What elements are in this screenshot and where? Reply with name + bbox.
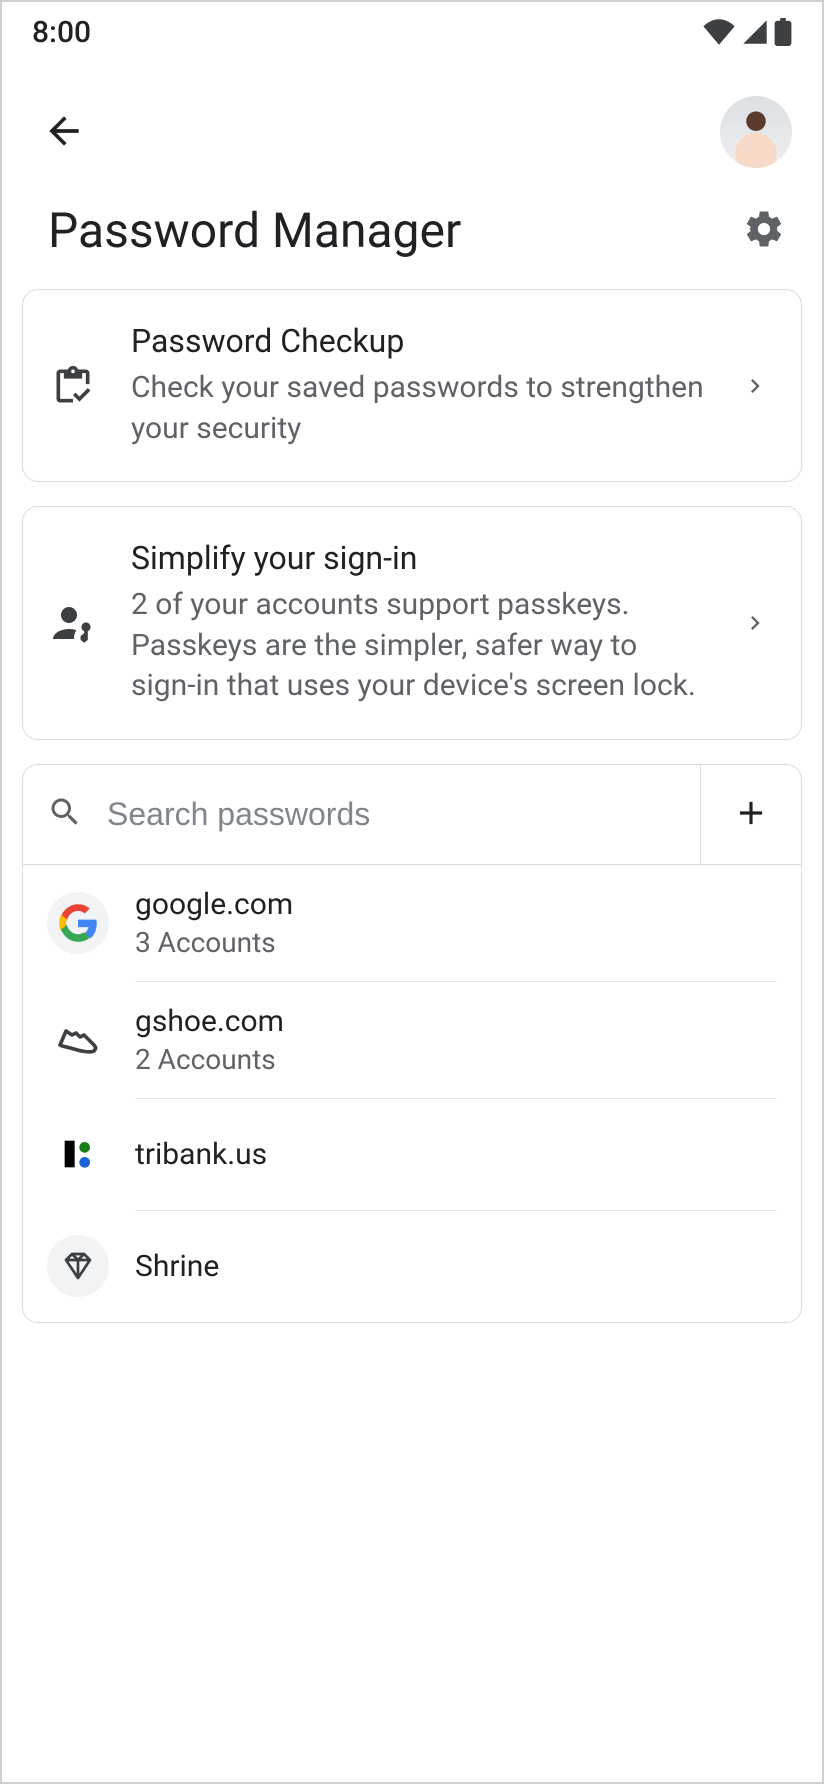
chevron-right-icon: [737, 609, 773, 637]
page-title: Password Manager: [48, 202, 461, 259]
site-name: Shrine: [135, 1249, 777, 1284]
back-button[interactable]: [38, 106, 90, 158]
diamond-icon: [47, 1235, 109, 1297]
title-row: Password Manager: [2, 202, 822, 289]
checkup-title: Password Checkup: [131, 322, 709, 360]
site-item-shrine[interactable]: Shrine: [23, 1210, 801, 1322]
site-sub: 3 Accounts: [135, 926, 777, 959]
site-name: tribank.us: [135, 1137, 777, 1172]
app-bar: [2, 62, 822, 202]
clipboard-check-icon: [43, 364, 103, 408]
cellular-icon: [742, 19, 768, 45]
status-bar: 8:00: [2, 2, 822, 62]
site-item-google[interactable]: google.com 3 Accounts: [23, 865, 801, 981]
password-checkup-card[interactable]: Password Checkup Check your saved passwo…: [22, 289, 802, 482]
passkeys-desc: 2 of your accounts support passkeys. Pas…: [131, 585, 709, 707]
site-item-tribank[interactable]: tribank.us: [23, 1098, 801, 1210]
battery-icon: [774, 18, 792, 46]
wifi-icon: [702, 19, 736, 45]
status-icons: [702, 18, 792, 46]
chevron-right-icon: [737, 372, 773, 400]
search-input[interactable]: [107, 796, 676, 833]
settings-button[interactable]: [738, 205, 790, 257]
plus-icon: [732, 794, 770, 835]
status-time: 8:00: [32, 15, 91, 50]
arrow-back-icon: [42, 109, 86, 156]
site-name: google.com: [135, 887, 777, 922]
passkeys-card[interactable]: Simplify your sign-in 2 of your accounts…: [22, 506, 802, 740]
checkup-desc: Check your saved passwords to strengthen…: [131, 368, 709, 449]
search-area[interactable]: [23, 765, 701, 864]
tribank-icon: [47, 1123, 109, 1185]
shoe-icon: [47, 1008, 109, 1070]
google-icon: [47, 892, 109, 954]
password-list-card: google.com 3 Accounts gshoe.com 2 Accoun…: [22, 764, 802, 1323]
gear-icon: [743, 208, 785, 253]
add-password-button[interactable]: [701, 765, 801, 864]
search-row: [23, 765, 801, 865]
site-item-gshoe[interactable]: gshoe.com 2 Accounts: [23, 981, 801, 1098]
site-name: gshoe.com: [135, 1004, 777, 1039]
account-avatar[interactable]: [720, 96, 792, 168]
person-key-icon: [43, 599, 103, 647]
search-icon: [47, 794, 83, 834]
passkeys-title: Simplify your sign-in: [131, 539, 709, 577]
site-sub: 2 Accounts: [135, 1043, 777, 1076]
